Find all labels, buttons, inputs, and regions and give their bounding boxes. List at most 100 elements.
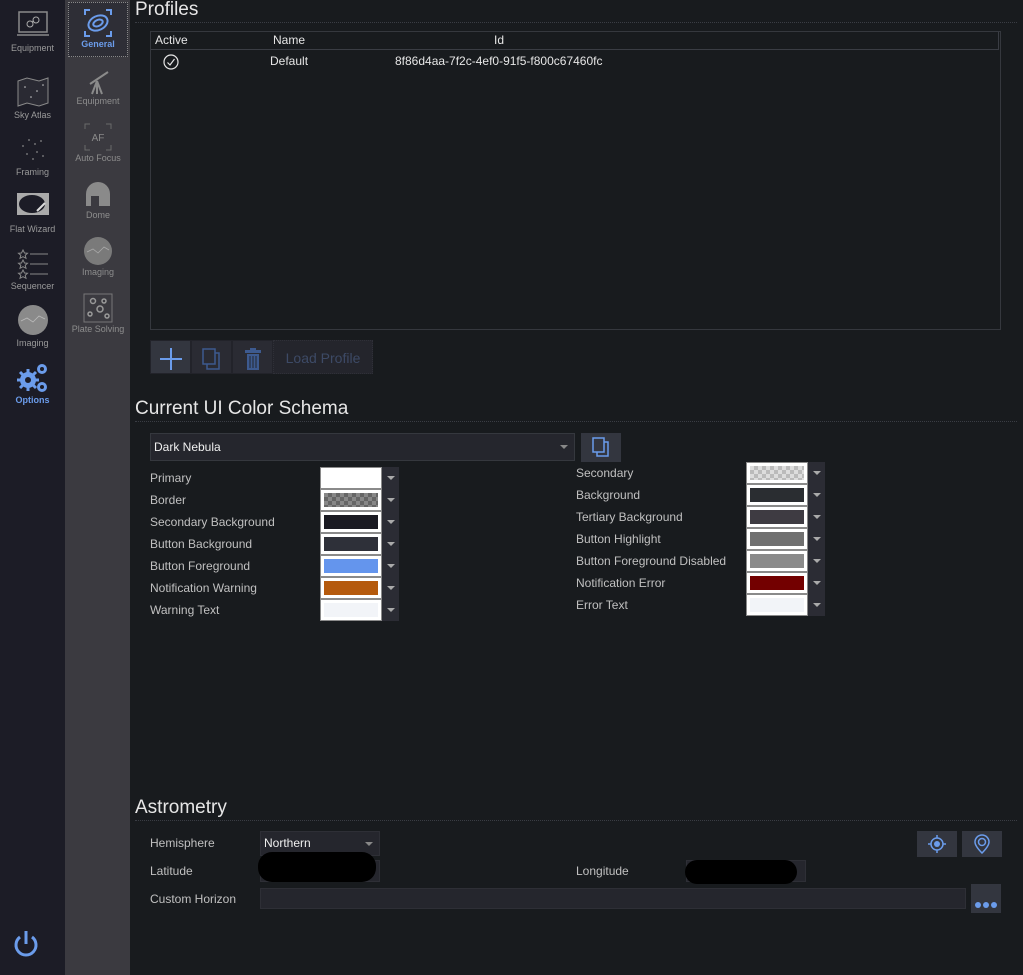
- subnav-item-label: Equipment: [76, 96, 120, 106]
- profile-name: Default: [270, 54, 309, 68]
- color-picker-dropdown[interactable]: [808, 572, 825, 594]
- color-picker-dropdown[interactable]: [808, 550, 825, 572]
- subnav-item-plate-solving[interactable]: Plate Solving: [68, 288, 128, 343]
- color-swatch-fill: [324, 559, 378, 573]
- ellipsis-icon: [975, 902, 997, 908]
- color-swatch[interactable]: [746, 528, 808, 550]
- subnav-item-auto-focus[interactable]: AF Auto Focus: [68, 117, 128, 172]
- subnav-item-general[interactable]: General: [68, 2, 128, 57]
- color-label: Primary: [150, 471, 192, 485]
- equipment-icon: [16, 11, 49, 36]
- longitude-label: Longitude: [576, 864, 629, 878]
- color-swatch[interactable]: [746, 462, 808, 484]
- browse-horizon-button[interactable]: [971, 884, 1001, 913]
- nav-item-label: Sequencer: [10, 281, 55, 291]
- nav-item-flat-wizard[interactable]: Flat Wizard: [0, 185, 65, 242]
- color-swatch[interactable]: [746, 572, 808, 594]
- copy-schema-button[interactable]: [581, 433, 621, 462]
- color-picker-dropdown[interactable]: [808, 484, 825, 506]
- column-header-id[interactable]: Id: [494, 33, 504, 47]
- color-picker-dropdown[interactable]: [808, 462, 825, 484]
- imaging-icon: [17, 305, 48, 335]
- custom-horizon-label: Custom Horizon: [150, 892, 237, 906]
- imaging-icon: [84, 237, 112, 265]
- color-swatch-fill: [750, 488, 804, 502]
- color-swatch-fill: [324, 537, 378, 551]
- crosshair-location-icon: [928, 835, 946, 853]
- color-swatch-fill: [750, 598, 804, 612]
- color-swatch-fill: [324, 581, 378, 595]
- color-swatch-fill: [750, 532, 804, 546]
- delete-profile-button[interactable]: [232, 340, 273, 374]
- color-schema-selected: Dark Nebula: [154, 440, 221, 454]
- color-picker-dropdown[interactable]: [382, 467, 399, 489]
- nav-item-equipment[interactable]: Equipment: [0, 4, 65, 61]
- nav-item-imaging[interactable]: Imaging: [0, 299, 65, 356]
- nav-item-label: Equipment: [10, 43, 55, 53]
- latitude-label: Latitude: [150, 864, 193, 878]
- color-picker-dropdown[interactable]: [382, 555, 399, 577]
- color-swatch[interactable]: [320, 533, 382, 555]
- color-swatch[interactable]: [320, 511, 382, 533]
- nav-item-label: Flat Wizard: [9, 224, 56, 234]
- color-picker-dropdown[interactable]: [382, 577, 399, 599]
- trash-icon: [244, 348, 261, 370]
- color-picker-dropdown[interactable]: [382, 489, 399, 511]
- color-label: Border: [150, 493, 187, 507]
- subnav-item-dome[interactable]: Dome: [68, 174, 128, 229]
- color-label: Button Background: [150, 537, 253, 551]
- column-header-active[interactable]: Active: [155, 33, 188, 47]
- color-label: Button Foreground Disabled: [576, 554, 727, 568]
- plate-solving-icon: [83, 293, 113, 323]
- color-picker-dropdown[interactable]: [382, 533, 399, 555]
- nav-item-sky-atlas[interactable]: Sky Atlas: [0, 71, 65, 128]
- color-swatch[interactable]: [746, 506, 808, 528]
- color-swatch[interactable]: [746, 594, 808, 616]
- nav-item-sequencer[interactable]: Sequencer: [0, 242, 65, 299]
- color-swatch-fill: [750, 466, 804, 480]
- color-swatch[interactable]: [320, 467, 382, 489]
- color-swatch-fill: [750, 510, 804, 524]
- svg-text:AF: AF: [92, 133, 105, 144]
- dome-icon: [86, 182, 110, 206]
- color-swatch[interactable]: [320, 577, 382, 599]
- general-options-panel: Profiles Active Name Id Default 8f86d4aa…: [130, 0, 1023, 975]
- map-pin-icon: [974, 834, 990, 854]
- color-picker-dropdown[interactable]: [382, 511, 399, 533]
- copy-profile-button[interactable]: [191, 340, 232, 374]
- copy-icon: [592, 437, 609, 457]
- color-picker-dropdown[interactable]: [382, 599, 399, 621]
- color-swatch[interactable]: [320, 599, 382, 621]
- column-header-name[interactable]: Name: [273, 33, 305, 47]
- color-picker-dropdown[interactable]: [808, 506, 825, 528]
- color-label: Error Text: [576, 598, 628, 612]
- subnav-item-label: Plate Solving: [71, 324, 125, 334]
- color-swatch-fill: [750, 554, 804, 568]
- chevron-down-icon: [560, 445, 568, 449]
- sequencer-icon: [16, 248, 48, 280]
- copy-icon: [201, 348, 220, 370]
- custom-horizon-input[interactable]: [260, 888, 966, 909]
- color-picker-dropdown[interactable]: [808, 528, 825, 550]
- load-profile-button[interactable]: Load Profile: [273, 340, 373, 374]
- color-label: Notification Warning: [150, 581, 257, 595]
- power-icon[interactable]: [10, 928, 42, 960]
- color-schema-dropdown[interactable]: Dark Nebula: [150, 433, 575, 461]
- color-picker-dropdown[interactable]: [808, 594, 825, 616]
- color-label: Tertiary Background: [576, 510, 683, 524]
- color-swatch[interactable]: [746, 550, 808, 572]
- color-schema-title: Current UI Color Schema: [135, 398, 349, 419]
- map-location-button[interactable]: [962, 831, 1002, 857]
- divider: [135, 22, 1017, 23]
- color-label: Notification Error: [576, 576, 666, 590]
- color-swatch[interactable]: [320, 489, 382, 511]
- subnav-item-equipment[interactable]: Equipment: [68, 60, 128, 115]
- nav-item-options[interactable]: Options: [0, 356, 65, 413]
- color-swatch[interactable]: [746, 484, 808, 506]
- subnav-item-imaging[interactable]: Imaging: [68, 231, 128, 286]
- add-profile-button[interactable]: [150, 340, 191, 374]
- profiles-table[interactable]: Active Name Id Default 8f86d4aa-7f2c-4ef…: [150, 31, 1001, 330]
- nav-item-framing[interactable]: Framing: [0, 128, 65, 185]
- color-swatch[interactable]: [320, 555, 382, 577]
- gps-location-button[interactable]: [917, 831, 957, 857]
